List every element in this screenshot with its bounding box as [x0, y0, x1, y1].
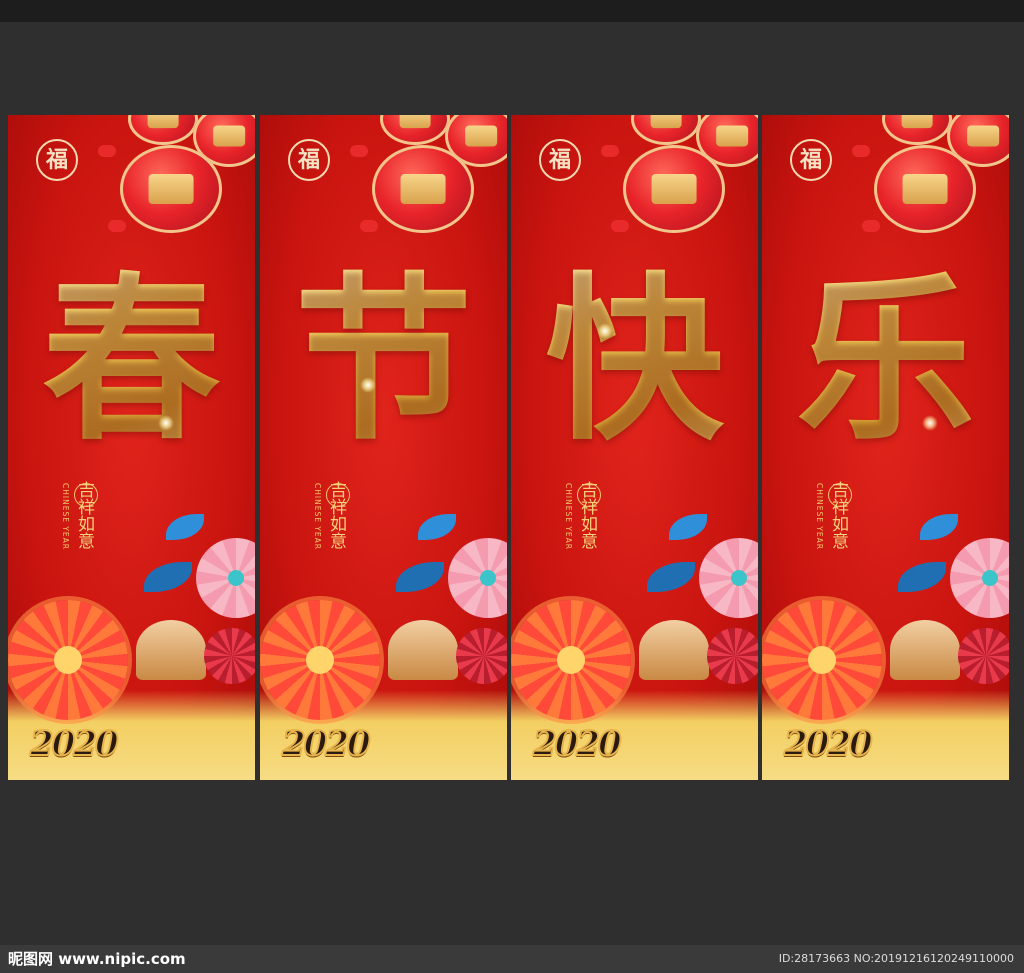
- poster-panel-3: 福 快 CHINESE YEAR 吉祥如意 2020: [511, 115, 758, 780]
- poster-panel-2: 福 节 CHINESE YEAR 吉祥如意 2020: [260, 115, 507, 780]
- calligraphy-character: 春: [8, 255, 255, 465]
- blessing-char: 吉: [74, 481, 94, 498]
- lotus-icon: [388, 620, 458, 680]
- tassel-decoration: [852, 145, 870, 157]
- tassel-decoration: [350, 145, 368, 157]
- fu-seal-icon: 福: [36, 139, 78, 181]
- lantern-icon: [631, 115, 701, 145]
- lantern-icon: [120, 145, 222, 233]
- red-flower-icon: [456, 628, 507, 684]
- sparkle-icon: [158, 415, 174, 431]
- tassel-decoration: [601, 145, 619, 157]
- year-2020: 2020: [29, 723, 120, 765]
- orange-flower-icon: [762, 600, 882, 720]
- poster-panel-1: 福 春 CHINESE YEAR 吉祥如意 2020: [8, 115, 255, 780]
- lantern-icon: [128, 115, 198, 145]
- lantern-icon: [380, 115, 450, 145]
- red-flower-icon: [707, 628, 758, 684]
- calligraphy-character: 乐: [762, 255, 1009, 465]
- site-logo[interactable]: 昵图网 www.nipic.com: [8, 947, 186, 971]
- tassel-decoration: [862, 220, 880, 232]
- floral-base: 2020: [260, 510, 507, 780]
- tassel-decoration: [611, 220, 629, 232]
- poster-panel-4: 福 乐 CHINESE YEAR 吉祥如意 2020: [762, 115, 1009, 780]
- blessing-char: 吉: [326, 481, 346, 498]
- leaf-icon: [647, 562, 695, 592]
- pink-flower-icon: [448, 538, 507, 618]
- blessing-char: 吉: [577, 481, 597, 498]
- leaf-icon: [920, 514, 958, 540]
- fu-seal-icon: 福: [790, 139, 832, 181]
- lotus-icon: [136, 620, 206, 680]
- leaf-icon: [418, 514, 456, 540]
- leaf-icon: [669, 514, 707, 540]
- footer-bar: 昵图网 www.nipic.com ID:28173663 NO:2019121…: [0, 945, 1024, 973]
- tassel-decoration: [98, 145, 116, 157]
- tassel-decoration: [108, 220, 126, 232]
- pink-flower-icon: [196, 538, 255, 618]
- lantern-icon: [882, 115, 952, 145]
- pink-flower-icon: [699, 538, 758, 618]
- sparkle-icon: [360, 377, 376, 393]
- image-id-watermark: ID:28173663 NO:20191216120249110000: [778, 952, 1014, 965]
- calligraphy-character: 快: [511, 255, 758, 465]
- leaf-icon: [166, 514, 204, 540]
- fu-seal-icon: 福: [288, 139, 330, 181]
- floral-base: 2020: [8, 510, 255, 780]
- red-flower-icon: [204, 628, 255, 684]
- year-2020: 2020: [281, 723, 372, 765]
- calligraphy-character: 节: [260, 255, 507, 465]
- lantern-icon: [372, 145, 474, 233]
- red-flower-icon: [958, 628, 1009, 684]
- leaf-icon: [898, 562, 946, 592]
- orange-flower-icon: [511, 600, 631, 720]
- lotus-icon: [639, 620, 709, 680]
- blessing-char: 吉: [828, 481, 848, 498]
- lantern-icon: [623, 145, 725, 233]
- orange-flower-icon: [260, 600, 380, 720]
- tassel-decoration: [360, 220, 378, 232]
- orange-flower-icon: [8, 600, 128, 720]
- lantern-icon: [874, 145, 976, 233]
- leaf-icon: [144, 562, 192, 592]
- floral-base: 2020: [511, 510, 758, 780]
- sparkle-icon: [597, 323, 613, 339]
- leaf-icon: [396, 562, 444, 592]
- pink-flower-icon: [950, 538, 1009, 618]
- fu-seal-icon: 福: [539, 139, 581, 181]
- year-2020: 2020: [532, 723, 623, 765]
- sparkle-icon: [922, 415, 938, 431]
- lotus-icon: [890, 620, 960, 680]
- top-bar: [0, 0, 1024, 22]
- year-2020: 2020: [783, 723, 874, 765]
- floral-base: 2020: [762, 510, 1009, 780]
